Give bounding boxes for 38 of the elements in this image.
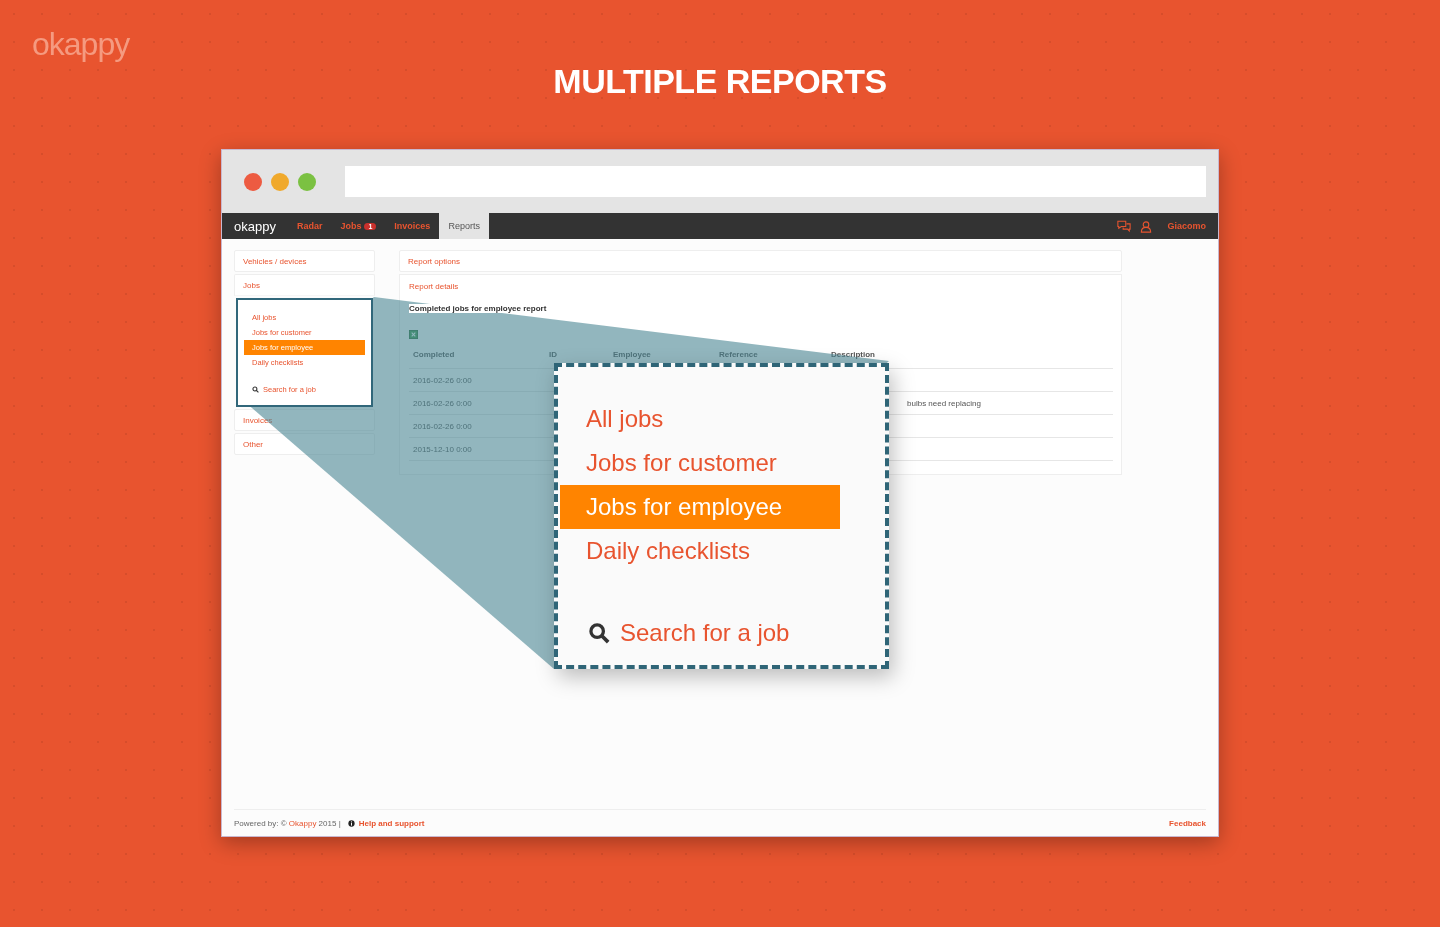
brand-logo: okappy <box>32 26 130 63</box>
submenu-item[interactable]: Daily checklists <box>560 529 885 573</box>
nav-tab[interactable]: Reports <box>439 213 489 239</box>
column-header[interactable]: Employee <box>613 349 651 359</box>
nav-tab[interactable]: Invoices <box>385 213 440 239</box>
nav-tab[interactable]: Radar <box>287 213 332 239</box>
powered-by-text: Powered by: © Okappy 2015 | <box>234 818 341 828</box>
spreadsheet-icon[interactable] <box>409 330 418 339</box>
sidebar-section[interactable]: Jobs <box>234 274 375 296</box>
sidebar-section[interactable]: Other <box>234 433 375 455</box>
column-header[interactable]: Reference <box>719 349 758 359</box>
user-icon[interactable] <box>1139 219 1154 233</box>
column-header[interactable]: Description <box>831 349 875 359</box>
report-title: Completed jobs for employee report <box>409 304 547 313</box>
help-link[interactable]: Help and support <box>358 818 425 828</box>
user-menu[interactable]: Giacomo <box>1153 213 1206 239</box>
minimize-dot-icon[interactable] <box>271 172 289 191</box>
feedback-link[interactable]: Feedback <box>1169 818 1206 828</box>
close-dot-icon[interactable] <box>244 172 262 191</box>
brand-link[interactable]: Okappy <box>288 818 317 828</box>
app-logo[interactable]: okappy <box>234 218 276 234</box>
chat-icon[interactable] <box>1117 219 1132 233</box>
table-cell: bulbs need replacing <box>907 398 981 408</box>
maximize-dot-icon[interactable] <box>298 172 316 191</box>
page-heading: MULTIPLE REPORTS <box>553 62 887 102</box>
sidebar-section[interactable]: Invoices <box>234 409 375 431</box>
submenu-item[interactable]: All jobs <box>560 397 885 441</box>
column-header[interactable]: ID <box>549 349 557 359</box>
submenu-item[interactable]: Jobs for employee <box>560 485 840 529</box>
search-icon <box>588 622 610 644</box>
search-link[interactable]: Search for a job <box>560 611 885 655</box>
info-icon <box>347 819 355 827</box>
report-options-panel[interactable]: Report options <box>399 250 1122 272</box>
search-icon <box>252 386 259 393</box>
report-details-header[interactable]: Report details <box>409 275 459 297</box>
column-header[interactable]: Completed <box>413 349 455 359</box>
sidebar-section[interactable]: Vehicles / devices <box>234 250 375 272</box>
submenu-item[interactable]: Jobs for customer <box>560 441 885 485</box>
